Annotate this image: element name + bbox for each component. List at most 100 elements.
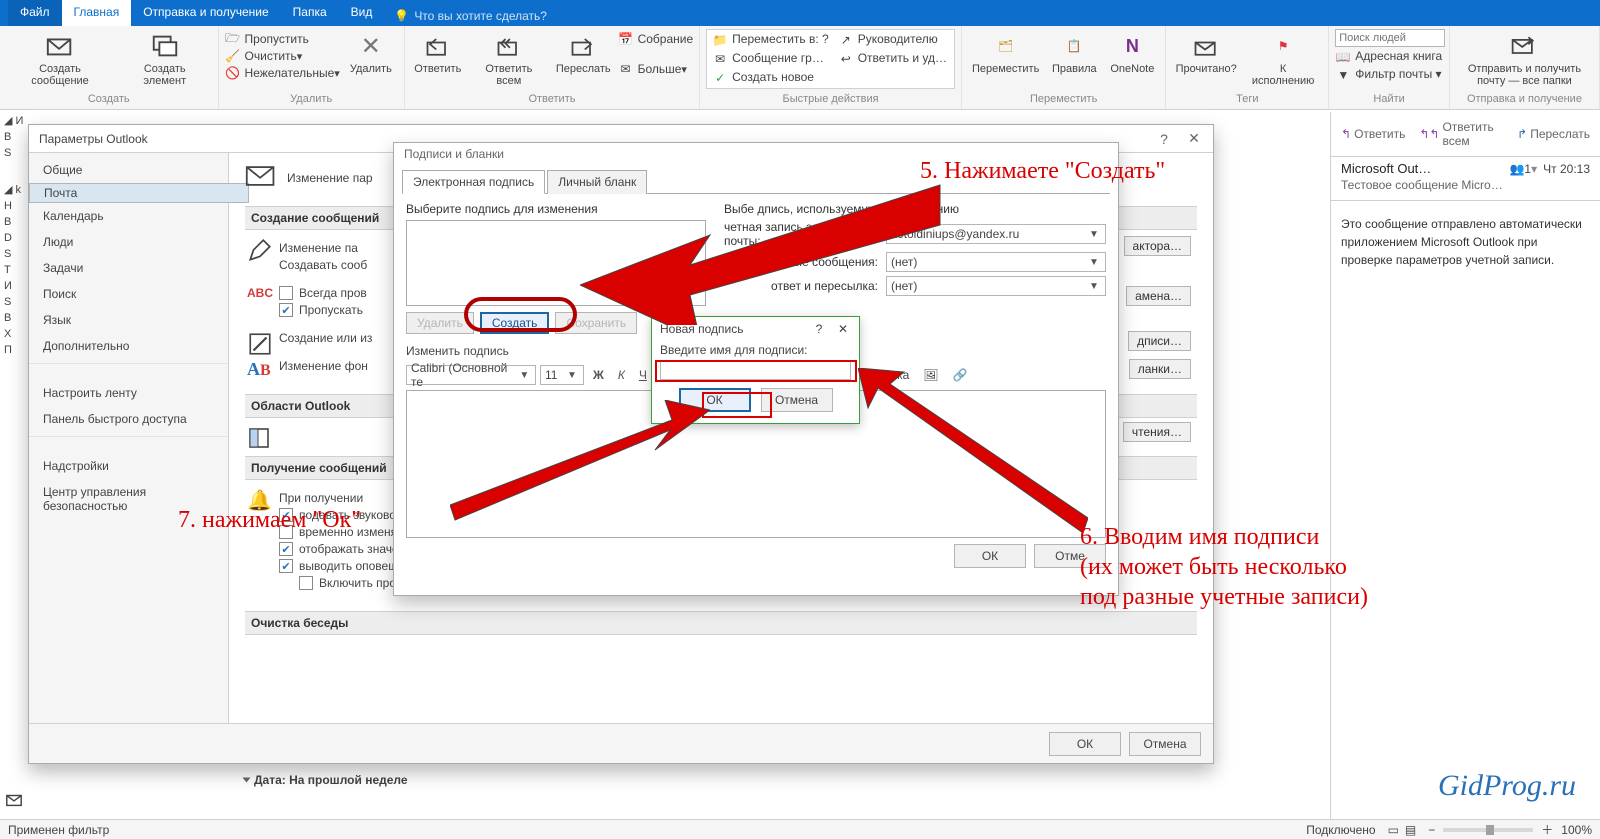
send-receive-all-button[interactable]: Отправить и получить почту — все папки bbox=[1456, 29, 1593, 89]
new-messages-select[interactable]: (нет)▼ bbox=[886, 252, 1106, 272]
options-cat-ribbon[interactable]: Настроить ленту bbox=[29, 380, 228, 406]
address-book-button[interactable]: 📖Адресная книга bbox=[1335, 49, 1443, 65]
message-list-date-group[interactable]: Дата: На прошлой неделе bbox=[244, 773, 408, 787]
more-respond-button[interactable]: ✉Больше ▾ bbox=[618, 61, 694, 77]
options-close-button[interactable]: ✕ bbox=[1179, 127, 1209, 151]
strip-item[interactable]: S bbox=[0, 145, 28, 161]
sign-cancel-button[interactable]: Отме bbox=[1034, 544, 1106, 568]
qs-tomgr[interactable]: ↗Руководителю bbox=[834, 31, 953, 49]
ignore-original-checkbox[interactable]: ✔Пропускать bbox=[279, 303, 363, 317]
tab-home[interactable]: Главная bbox=[62, 0, 132, 26]
options-cat-addins[interactable]: Надстройки bbox=[29, 453, 228, 479]
people-icon[interactable]: 👥1▾ bbox=[1509, 162, 1537, 176]
insert-picture-button[interactable]: 🖼 bbox=[918, 364, 943, 386]
forward-button[interactable]: Переслать bbox=[553, 29, 614, 77]
pane-replyall-button[interactable]: ↰↰Ответить всем bbox=[1419, 120, 1503, 148]
zoom-track[interactable] bbox=[1443, 828, 1533, 832]
qs-replydel[interactable]: ↩Ответить и уд… bbox=[834, 50, 953, 68]
zoom-in-icon[interactable]: ＋ bbox=[1541, 821, 1553, 838]
options-cat-qat[interactable]: Панель быстрого доступа bbox=[29, 406, 228, 432]
new-messages-label: новые сообщения: bbox=[774, 255, 878, 269]
signatures-button[interactable]: дписи… bbox=[1128, 331, 1191, 351]
delete-button[interactable]: ✕ Удалить bbox=[344, 29, 398, 77]
followup-button[interactable]: ⚑К исполнению bbox=[1244, 29, 1322, 89]
view-buttons[interactable]: ▭ ▤ bbox=[1388, 823, 1417, 837]
strip-item[interactable]: S bbox=[0, 294, 28, 310]
sign-ok-button[interactable]: ОК bbox=[954, 544, 1026, 568]
zoom-slider[interactable]: − ＋ 100% bbox=[1428, 821, 1592, 838]
qs-moveto[interactable]: 📁Переместить в: ? bbox=[708, 31, 833, 49]
move-button[interactable]: 🗂Переместить bbox=[968, 29, 1043, 77]
pane-reply-button[interactable]: ↰Ответить bbox=[1341, 120, 1405, 148]
tab-view[interactable]: Вид bbox=[339, 0, 385, 26]
font-family-select[interactable]: Calibri (Основной те▼ bbox=[406, 365, 536, 385]
zoom-out-icon[interactable]: − bbox=[1428, 823, 1435, 837]
spell-autocorrect-button[interactable]: амена… bbox=[1126, 286, 1191, 306]
new-sig-close-button[interactable]: ✕ bbox=[831, 318, 855, 340]
pane-forward-button[interactable]: ↱Переслать bbox=[1517, 120, 1590, 148]
strip-item[interactable]: D bbox=[0, 230, 28, 246]
ignore-button[interactable]: 🗁Пропустить bbox=[225, 31, 340, 47]
options-help-button[interactable]: ? bbox=[1149, 127, 1179, 151]
strip-item[interactable]: Х bbox=[0, 326, 28, 342]
meeting-button[interactable]: 📅Собрание bbox=[618, 31, 694, 47]
tab-sendreceive[interactable]: Отправка и получение bbox=[131, 0, 280, 26]
rules-button[interactable]: 📋Правила bbox=[1047, 29, 1101, 77]
filter-email-button[interactable]: ▼Фильтр почты ▾ bbox=[1335, 67, 1443, 83]
new-item-button[interactable]: Создать элемент bbox=[118, 29, 212, 89]
mail-module-icon[interactable] bbox=[0, 786, 28, 814]
tell-me[interactable]: 💡 Что вы хотите сделать? bbox=[384, 0, 557, 26]
reply-all-button[interactable]: Ответить всем bbox=[469, 29, 549, 89]
tab-personal-stationery[interactable]: Личный бланк bbox=[547, 170, 647, 194]
tab-folder[interactable]: Папка bbox=[281, 0, 339, 26]
strip-item[interactable]: В bbox=[0, 129, 28, 145]
read-unread-button[interactable]: Прочитано? bbox=[1172, 29, 1240, 77]
strip-item[interactable]: П bbox=[0, 342, 28, 358]
editor-options-button[interactable]: актора… bbox=[1124, 236, 1191, 256]
qs-createnew[interactable]: ✓Создать новое bbox=[708, 69, 833, 87]
options-cat-language[interactable]: Язык bbox=[29, 307, 228, 333]
new-sig-help-button[interactable]: ? bbox=[807, 318, 831, 340]
strip-item[interactable]: В bbox=[0, 214, 28, 230]
strip-item[interactable]: S bbox=[0, 246, 28, 262]
options-cat-general[interactable]: Общие bbox=[29, 157, 228, 183]
font-size-select[interactable]: 11▼ bbox=[540, 365, 584, 385]
always-check-spelling-checkbox[interactable]: Всегда пров bbox=[279, 286, 367, 300]
strip-item[interactable]: И bbox=[0, 278, 28, 294]
view-reading-icon[interactable]: ▤ bbox=[1405, 823, 1416, 837]
search-people-input[interactable] bbox=[1335, 29, 1445, 47]
options-ok-button[interactable]: ОК bbox=[1049, 732, 1121, 756]
options-cat-tasks[interactable]: Задачи bbox=[29, 255, 228, 281]
qs-teamemail[interactable]: ✉Сообщение гр… bbox=[708, 50, 833, 68]
stationery-fonts-button[interactable]: ланки… bbox=[1129, 359, 1191, 379]
onenote-button[interactable]: NOneNote bbox=[1105, 29, 1159, 77]
strip-item[interactable]: ◢ k bbox=[0, 181, 28, 198]
options-cat-calendar[interactable]: Календарь bbox=[29, 203, 228, 229]
options-cat-search[interactable]: Поиск bbox=[29, 281, 228, 307]
junk-button[interactable]: 🚫Нежелательные ▾ bbox=[225, 65, 340, 81]
reading-pane-button[interactable]: чтения… bbox=[1123, 422, 1191, 442]
options-cat-mail[interactable]: Почта bbox=[29, 183, 249, 203]
reply-button[interactable]: Ответить bbox=[411, 29, 465, 77]
strip-item[interactable]: В bbox=[0, 310, 28, 326]
view-normal-icon[interactable]: ▭ bbox=[1388, 823, 1399, 837]
options-cat-people[interactable]: Люди bbox=[29, 229, 228, 255]
options-cancel-button[interactable]: Отмена bbox=[1129, 732, 1201, 756]
options-cat-advanced[interactable]: Дополнительно bbox=[29, 333, 228, 359]
underline-button[interactable]: Ч bbox=[634, 364, 652, 386]
email-account-select[interactable]: kotoldiniups@yandex.ru▼ bbox=[886, 224, 1106, 244]
italic-button[interactable]: К bbox=[613, 364, 630, 386]
bold-button[interactable]: Ж bbox=[588, 364, 609, 386]
options-cat-trust[interactable]: Центр управления безопасностью bbox=[29, 479, 228, 519]
clean-button[interactable]: 🧹Очистить ▾ bbox=[225, 48, 340, 64]
message-subject: Тестовое сообщение Micro… bbox=[1331, 178, 1600, 201]
insert-link-button[interactable]: 🔗 bbox=[948, 364, 973, 386]
tab-email-signature[interactable]: Электронная подпись bbox=[402, 170, 545, 194]
strip-item[interactable]: Т bbox=[0, 262, 28, 278]
tab-file[interactable]: Файл bbox=[8, 0, 62, 26]
new-message-button[interactable]: Создать сообщение bbox=[6, 29, 114, 89]
signatures-list[interactable] bbox=[406, 220, 706, 306]
strip-item[interactable]: Н bbox=[0, 198, 28, 214]
strip-item[interactable]: ◢ И bbox=[0, 112, 28, 129]
replies-select[interactable]: (нет)▼ bbox=[886, 276, 1106, 296]
